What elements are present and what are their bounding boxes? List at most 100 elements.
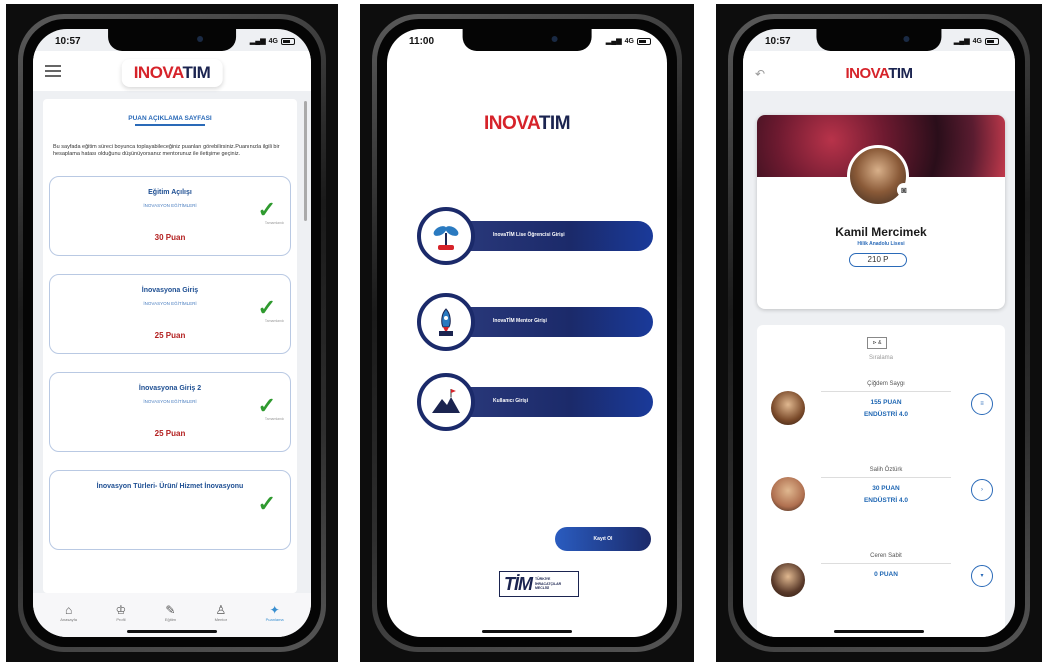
user-name: Ceren Sabit [870, 553, 902, 559]
points-content[interactable]: PUAN AÇIKLAMA SAYFASI Bu sayfada eğitim … [43, 99, 297, 593]
phone-panel-points: 10:57 ▂▄▆ 4G INOVATIM PUAN AÇIKLAMA SAYF… [6, 4, 338, 662]
checkmark-icon: ✓ [257, 393, 276, 418]
page-description: Bu sayfada eğitim süreci boyunca toplaya… [53, 144, 280, 157]
login-option-user[interactable]: Kullanıcı Girişi [417, 373, 653, 431]
battery-icon [637, 37, 651, 45]
card-title: Eğitim Açılışı [148, 189, 192, 196]
tab-profil[interactable]: ♔ Profil [116, 603, 127, 622]
points-card[interactable]: İnovasyona Giriş İNOVASYON EĞİTİMLERİ 25 P… [49, 274, 291, 354]
page-title: PUAN AÇIKLAMA SAYFASI [128, 115, 212, 122]
triptych: 10:57 ▂▄▆ 4G INOVATIM PUAN AÇIKLAMA SAYF… [0, 0, 1042, 662]
tim-logo-mark: TİM [504, 573, 533, 594]
login-option-bar[interactable] [447, 307, 653, 337]
avatar [771, 477, 805, 511]
logo-navy-part: TIM [182, 63, 211, 82]
user-action-button[interactable]: › [971, 479, 993, 501]
mentor-icon: ♙ [215, 602, 227, 617]
screen-profile: 10:57 ▂▄▆ 4G ↶ INOVATIM ◙ Kamil Mercimek… [743, 29, 1015, 637]
sort-label: Sıralama [868, 355, 893, 361]
user-action-button[interactable]: ≡ [971, 393, 993, 415]
home-icon: ⌂ [65, 602, 73, 617]
points-icon: ✦ [269, 602, 280, 617]
divider [821, 477, 951, 478]
tab-label: Eğitim [164, 616, 177, 622]
user-name: Çiğdem Saygı [867, 381, 905, 387]
notch [462, 29, 592, 51]
login-option-student[interactable]: InovaTİM Lise Öğrencisi Girişi [417, 207, 653, 265]
checkmark-icon: ✓ [257, 197, 276, 222]
user-points: 0 PUAN [874, 571, 898, 578]
home-indicator[interactable] [482, 630, 572, 633]
rocket-icon [417, 293, 475, 351]
title-underline [135, 124, 205, 126]
tab-mentor[interactable]: ♙ Mentor [215, 603, 227, 622]
login-option-bar[interactable] [447, 387, 653, 417]
tab-label: Anasayfa [60, 616, 77, 622]
camera-dot [196, 36, 203, 42]
app-logo: INOVATIM [387, 113, 667, 135]
login-option-label: Kullanıcı Girişi [493, 398, 529, 404]
home-indicator[interactable] [127, 630, 217, 633]
login-option-mentor[interactable]: InovaTİM Mentor Girişi [417, 293, 653, 351]
phone-panel-login: 11:00 ▂▄▆ 4G INOVATIM InovaTİM Lise Öğre… [360, 4, 694, 662]
tim-logo-line: TÜRKİYE [535, 577, 551, 582]
divider [821, 391, 951, 392]
card-title: İnovasyona Giriş [141, 287, 199, 294]
notch [816, 29, 942, 51]
list-item[interactable]: Çiğdem Saygı 155 PUAN ENDÜSTRİ 4.0 ≡ [765, 375, 997, 445]
register-button[interactable]: Kayıt Ol [555, 527, 651, 551]
phone-bezel: 10:57 ▂▄▆ 4G INOVATIM PUAN AÇIKLAMA SAYF… [23, 19, 321, 647]
tab-eğitim[interactable]: ✎ Eğitim [165, 603, 176, 622]
list-item[interactable]: Salih Öztürk 30 PUAN ENDÜSTRİ 4.0 › [765, 461, 997, 531]
logo-navy-part: TIM [538, 113, 571, 134]
card-title: İnovasyon Türleri- Ürün/ Hizmet İnovasyo… [96, 483, 244, 490]
points-card[interactable]: Eğitim Açılışı İNOVASYON EĞİTİMLERİ 30 Pua… [49, 176, 291, 256]
signal-bars-icon: ▂▄▆ [605, 38, 622, 45]
plant-icon [417, 207, 475, 265]
screen-login: 11:00 ▂▄▆ 4G INOVATIM InovaTİM Lise Öğre… [387, 29, 667, 637]
profile-points-badge: 210 P [849, 253, 907, 267]
avatar[interactable] [847, 145, 909, 207]
points-card[interactable]: İnovasyona Giriş 2 İNOVASYON EĞİTİMLERİ 25… [49, 372, 291, 452]
profile-name: Kamil Mercimek [835, 225, 927, 239]
tim-logo-line: MECLİSİ [535, 586, 550, 591]
tab-puanlama[interactable]: ✦ Puanlama [266, 603, 284, 622]
divider [821, 563, 951, 564]
user-action-button[interactable]: ▾ [971, 565, 993, 587]
card-subtitle: İNOVASYON EĞİTİMLERİ [143, 399, 197, 404]
hamburger-menu-icon[interactable] [45, 65, 61, 77]
scrollbar[interactable] [304, 101, 307, 221]
ranking-list[interactable]: ⊳ & Sıralama Çiğdem Saygı 155 PUAN ENDÜSTR… [757, 325, 1005, 637]
card-points: 25 Puan [154, 429, 186, 438]
avatar [771, 563, 805, 597]
logo-navy-part: TIM [888, 65, 913, 82]
login-option-label: InovaTİM Lise Öğrencisi Girişi [493, 232, 565, 238]
signal-indicator: ▂▄▆ 4G [250, 37, 295, 45]
user-points: 30 PUAN [872, 485, 900, 492]
phone-frame: 10:57 ▂▄▆ 4G ↶ INOVATIM ◙ Kamil Mercimek… [728, 14, 1030, 652]
points-card[interactable]: İnovasyon Türleri- Ürün/ Hizmet İnovasyo… [49, 470, 291, 550]
camera-icon[interactable]: ◙ [897, 183, 911, 197]
tim-logo-line: İHRACATÇILAR [535, 581, 562, 586]
sort-button[interactable]: ⊳ & [867, 337, 887, 349]
tab-anasayfa[interactable]: ⌂ Anasayfa [60, 603, 77, 622]
profile-card: ◙ Kamil Mercimek Hilik Anadolu Lisesi 21… [757, 115, 1005, 309]
camera-dot [903, 36, 910, 42]
login-option-label: InovaTİM Mentor Girişi [493, 318, 547, 324]
battery-icon [281, 37, 295, 45]
phone-bezel: 11:00 ▂▄▆ 4G INOVATIM InovaTİM Lise Öğre… [377, 19, 677, 647]
checkmark-icon: ✓ [257, 491, 276, 516]
card-points: 30 Puan [154, 233, 186, 242]
signal-indicator: ▂▄▆ 4G [954, 37, 999, 45]
card-subtitle: İNOVASYON EĞİTİMLERİ [143, 301, 197, 306]
home-indicator[interactable] [834, 630, 924, 633]
tab-label: Mentor [214, 616, 228, 622]
list-item[interactable]: Ceren Sabit 0 PUAN ▾ [765, 547, 997, 617]
phone-panel-profile: 10:57 ▂▄▆ 4G ↶ INOVATIM ◙ Kamil Mercimek… [716, 4, 1042, 662]
camera-dot [551, 36, 558, 42]
app-logo: INOVATIM [121, 59, 223, 87]
phone-bezel: 10:57 ▂▄▆ 4G ↶ INOVATIM ◙ Kamil Mercimek… [733, 19, 1025, 647]
phone-frame: 10:57 ▂▄▆ 4G INOVATIM PUAN AÇIKLAMA SAYF… [18, 14, 326, 652]
status-time: 11:00 [409, 36, 435, 47]
status-time: 10:57 [765, 36, 791, 47]
